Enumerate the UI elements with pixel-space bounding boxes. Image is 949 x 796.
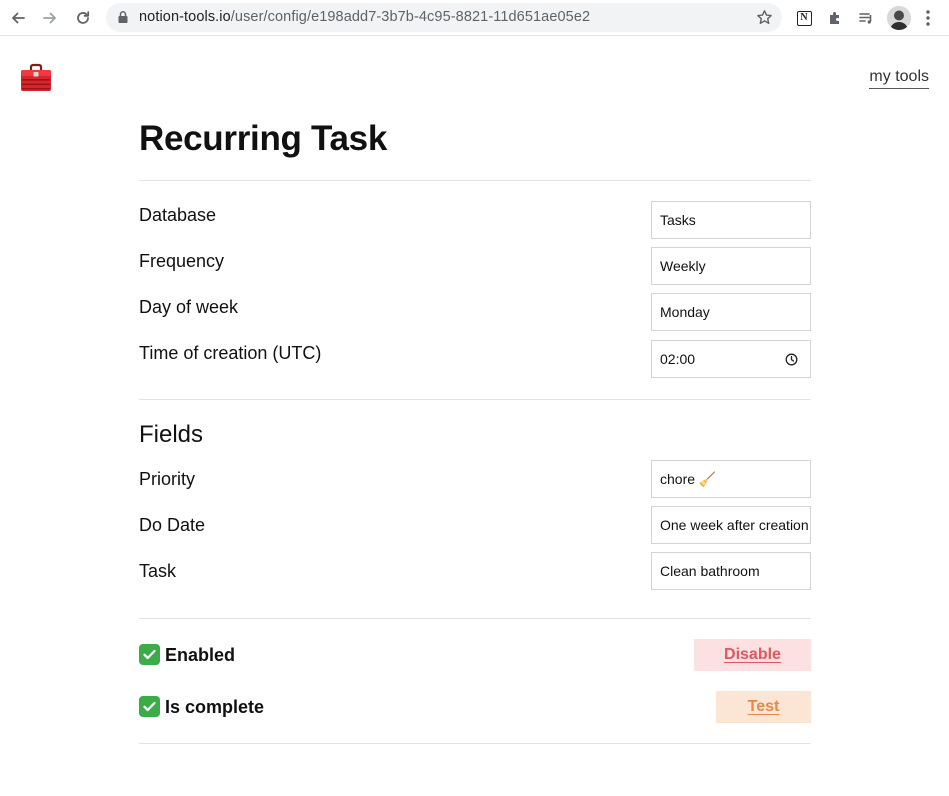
time-value: 02:00 bbox=[660, 351, 696, 367]
address-bar[interactable]: notion-tools.io/user/config/e198add7-3b7… bbox=[106, 3, 782, 32]
media-queue-icon[interactable] bbox=[856, 8, 876, 28]
page-title: Recurring Task bbox=[139, 119, 388, 158]
database-select[interactable]: Tasks bbox=[651, 201, 811, 239]
database-label: Database bbox=[139, 205, 217, 225]
task-value: Clean bathroom bbox=[660, 563, 760, 579]
divider bbox=[139, 180, 811, 181]
day-of-week-select[interactable]: Monday bbox=[651, 293, 811, 331]
task-input[interactable]: Clean bathroom bbox=[651, 552, 811, 590]
more-menu-icon[interactable] bbox=[925, 9, 931, 27]
notion-extension-icon[interactable]: N bbox=[794, 8, 814, 28]
test-button-label: Test bbox=[747, 698, 780, 715]
forward-button[interactable] bbox=[38, 6, 62, 30]
do-date-input[interactable]: One week after creation bbox=[651, 506, 811, 544]
reload-button[interactable] bbox=[71, 6, 95, 30]
divider bbox=[139, 743, 811, 744]
task-label: Task bbox=[139, 561, 177, 581]
time-of-creation-input[interactable]: 02:00 bbox=[651, 340, 811, 378]
test-button[interactable]: Test bbox=[716, 691, 811, 723]
divider bbox=[139, 618, 811, 619]
arrow-left-icon bbox=[12, 12, 25, 24]
fields-section-title: Fields bbox=[139, 421, 204, 448]
clock-icon[interactable] bbox=[785, 353, 798, 366]
priority-value: chore 🧹 bbox=[660, 470, 717, 487]
frequency-value: Weekly bbox=[660, 258, 706, 274]
my-tools-link[interactable]: my tools bbox=[869, 68, 929, 89]
profile-avatar[interactable] bbox=[887, 6, 911, 30]
enabled-label: Enabled bbox=[165, 645, 236, 665]
bookmark-star-icon[interactable] bbox=[756, 9, 773, 26]
arrow-right-icon bbox=[43, 12, 56, 24]
check-mark-icon bbox=[139, 696, 160, 717]
disable-button-label: Disable bbox=[724, 646, 781, 663]
time-of-creation-label: Time of creation (UTC) bbox=[139, 343, 322, 363]
frequency-select[interactable]: Weekly bbox=[651, 247, 811, 285]
is-complete-status: Is complete bbox=[139, 696, 264, 718]
database-value: Tasks bbox=[660, 212, 696, 228]
reload-icon bbox=[77, 11, 90, 24]
priority-label: Priority bbox=[139, 469, 196, 489]
day-of-week-value: Monday bbox=[660, 304, 710, 320]
url-path: /user/config/e198add7-3b7b-4c95-8821-11d… bbox=[230, 9, 591, 25]
do-date-label: Do Date bbox=[139, 515, 206, 535]
is-complete-label: Is complete bbox=[165, 697, 265, 717]
enabled-status: Enabled bbox=[139, 644, 235, 666]
frequency-label: Frequency bbox=[139, 251, 225, 271]
day-of-week-label: Day of week bbox=[139, 297, 239, 317]
url-text: notion-tools.io/user/config/e198add7-3b7… bbox=[139, 9, 590, 26]
browser-toolbar: notion-tools.io/user/config/e198add7-3b7… bbox=[0, 0, 949, 36]
back-button[interactable] bbox=[6, 6, 30, 30]
url-host: notion-tools.io bbox=[139, 9, 231, 25]
do-date-value: One week after creation bbox=[660, 517, 809, 533]
lock-icon bbox=[118, 11, 128, 23]
divider bbox=[139, 399, 811, 400]
puzzle-extensions-icon[interactable] bbox=[825, 8, 845, 28]
disable-button[interactable]: Disable bbox=[694, 639, 811, 671]
toolbox-logo-icon[interactable] bbox=[20, 63, 52, 93]
priority-input[interactable]: chore 🧹 bbox=[651, 460, 811, 498]
check-mark-icon bbox=[139, 644, 160, 665]
